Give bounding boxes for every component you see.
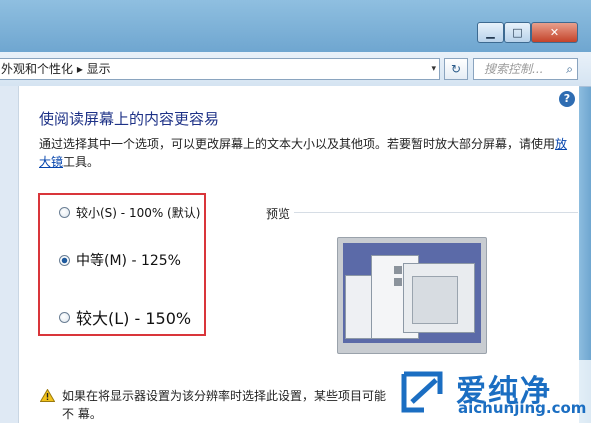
breadcrumb[interactable]: 外观和个性化 ▸ 显示 bbox=[1, 62, 111, 76]
preview-window-front bbox=[403, 263, 475, 333]
option-larger[interactable]: 较大(L) - 150% bbox=[59, 305, 191, 329]
option-medium-label: 中等(M) - 125% bbox=[76, 253, 181, 269]
page-title: 使阅读屏幕上的内容更容易 bbox=[39, 110, 220, 128]
preview-screen bbox=[343, 243, 481, 343]
page-description: 通过选择其中一个选项，可以更改屏幕上的文本大小以及其他项。若要暂时放大部分屏幕，… bbox=[39, 135, 569, 171]
watermark-url: aichunjing.com bbox=[458, 399, 587, 417]
close-button[interactable]: ✕ bbox=[531, 22, 578, 43]
preview-divider bbox=[294, 212, 578, 213]
search-input[interactable]: 搜索控制... ⌕ bbox=[473, 58, 578, 80]
warning-icon bbox=[40, 389, 55, 402]
chevron-down-icon[interactable]: ▾ bbox=[431, 59, 436, 79]
minimize-button[interactable]: ▁ bbox=[477, 22, 504, 43]
radio-smaller[interactable] bbox=[59, 207, 70, 218]
preview-monitor bbox=[337, 237, 487, 354]
address-toolbar: 外观和个性化 ▸ 显示 ▾ ↻ 搜索控制... ⌕ bbox=[0, 52, 591, 87]
option-smaller[interactable]: 较小(S) - 100% (默认) bbox=[59, 204, 200, 221]
option-larger-label: 较大(L) - 150% bbox=[76, 309, 192, 328]
left-pane bbox=[0, 86, 18, 423]
radio-larger[interactable] bbox=[59, 311, 70, 323]
address-bar[interactable]: 外观和个性化 ▸ 显示 ▾ bbox=[0, 58, 440, 80]
search-icon[interactable]: ⌕ bbox=[566, 59, 573, 79]
warning-text: 如果在将显示器设置为该分辨率时选择此设置，某些项目可能不 幕。 bbox=[62, 389, 387, 421]
description-tail: 工具。 bbox=[63, 155, 100, 169]
preview-label: 预览 bbox=[266, 207, 291, 221]
description-text: 通过选择其中一个选项，可以更改屏幕上的文本大小以及其他项。若要暂时放大部分屏幕，… bbox=[39, 137, 556, 151]
help-icon[interactable]: ? bbox=[559, 91, 575, 107]
option-smaller-label: 较小(S) - 100% (默认) bbox=[76, 206, 201, 220]
refresh-button[interactable]: ↻ bbox=[444, 58, 468, 80]
maximize-button[interactable]: □ bbox=[504, 22, 531, 43]
watermark-logo-icon bbox=[401, 371, 443, 413]
preview-window-side bbox=[345, 275, 373, 339]
search-placeholder: 搜索控制... bbox=[484, 62, 544, 76]
radio-medium[interactable] bbox=[59, 254, 70, 266]
option-medium[interactable]: 中等(M) - 125% bbox=[59, 250, 181, 270]
